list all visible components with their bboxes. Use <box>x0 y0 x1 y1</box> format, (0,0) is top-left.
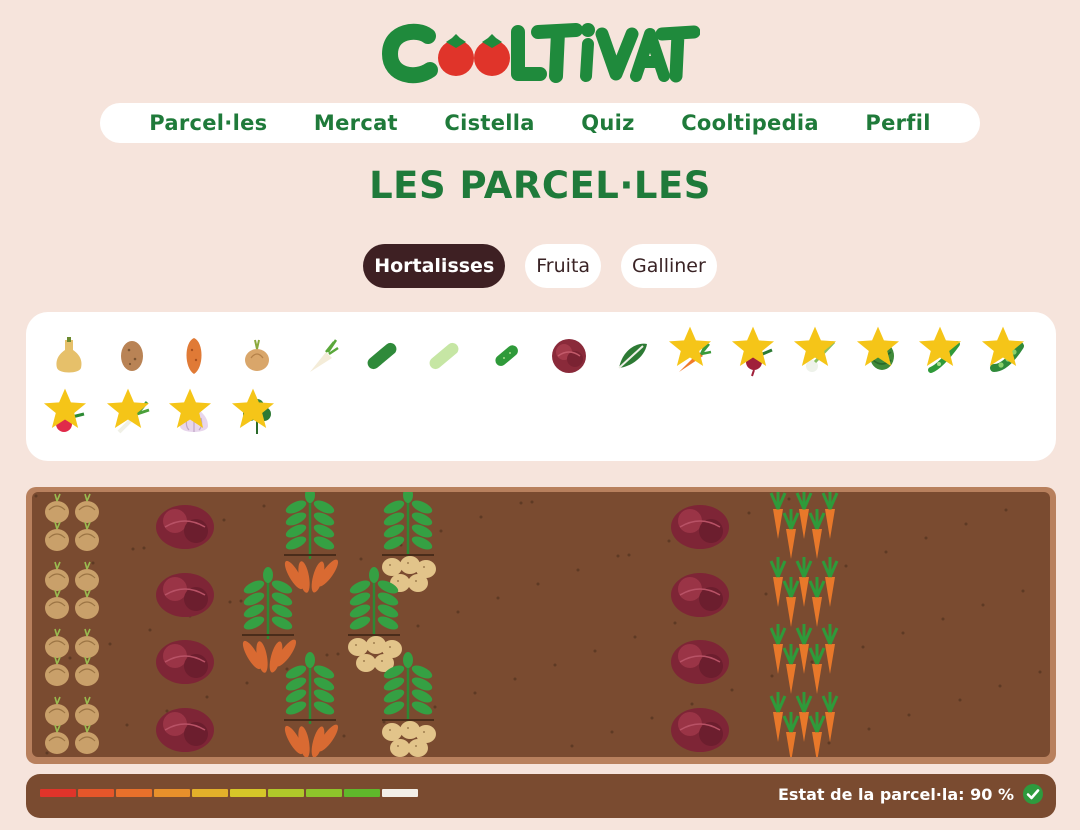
garlic-seed[interactable] <box>168 388 217 440</box>
health-segment <box>382 789 418 797</box>
nav-item-parceles[interactable]: Parcel·les <box>149 111 267 135</box>
plot-status-label: Estat de la parcel·la: 90 % <box>778 785 1014 804</box>
gherkin-seed[interactable] <box>484 332 530 378</box>
health-segment <box>78 789 114 797</box>
nav-item-perfil[interactable]: Perfil <box>865 111 930 135</box>
health-segment <box>306 789 342 797</box>
red-lettuce-crop <box>156 505 214 549</box>
carrot-crop <box>769 557 839 627</box>
nav-item-cistella[interactable]: Cistella <box>444 111 534 135</box>
turnip-icon <box>310 339 339 372</box>
onion-icon <box>244 339 269 371</box>
onion-crop <box>45 628 99 686</box>
onion-crop <box>45 493 99 551</box>
radish-seed[interactable] <box>43 388 92 440</box>
pea-seed[interactable] <box>981 326 1030 378</box>
star-icon <box>917 324 962 367</box>
nav-item-quiz[interactable]: Quiz <box>581 111 634 135</box>
health-segment <box>268 789 304 797</box>
sweet-potato-icon <box>186 338 202 374</box>
tab-galliner[interactable]: Galliner <box>621 244 717 288</box>
onion-crop <box>45 561 99 619</box>
red-lettuce-crop <box>671 505 729 549</box>
category-tabs: Hortalisses Fruita Galliner <box>0 244 1080 288</box>
onion-crop <box>45 696 99 754</box>
star-icon <box>42 386 87 429</box>
potato-icon <box>120 341 143 371</box>
red-lettuce-crop <box>671 573 729 617</box>
red-lettuce-crop <box>156 573 214 617</box>
potato-seed[interactable] <box>109 332 155 378</box>
red-lettuce-crop <box>156 708 214 752</box>
red-lettuce-crop <box>156 640 214 684</box>
tab-hortalisses[interactable]: Hortalisses <box>363 244 506 288</box>
plot-soil[interactable] <box>32 492 1050 757</box>
nav-item-mercat[interactable]: Mercat <box>314 111 398 135</box>
cucumber-seed[interactable] <box>359 332 405 378</box>
star-icon <box>230 386 274 429</box>
spinach-seed[interactable] <box>231 388 280 440</box>
sweet-potato-seed[interactable] <box>171 332 217 378</box>
health-segment <box>154 789 190 797</box>
nav-item-cooltipedia[interactable]: Cooltipedia <box>681 111 819 135</box>
health-segment <box>40 789 76 797</box>
health-segment <box>192 789 228 797</box>
red-lettuce-seed[interactable] <box>546 332 592 378</box>
plot-status-bar: Estat de la parcel·la: 90 % <box>26 774 1056 818</box>
main-nav: Parcel·les Mercat Cistella Quiz Cooltipe… <box>100 103 980 143</box>
app-logo[interactable] <box>0 14 1080 86</box>
seed-selector-panel <box>26 312 1056 461</box>
leek-seed[interactable] <box>106 388 155 440</box>
onion-seed[interactable] <box>234 332 280 378</box>
star-icon <box>730 324 774 367</box>
red-lettuce-crop <box>671 708 729 752</box>
star-icon <box>105 386 149 429</box>
zucchini-icon <box>429 342 459 370</box>
sweet-potato-crop <box>284 652 339 757</box>
butternut-squash-seed[interactable] <box>46 332 92 378</box>
plot-crops <box>34 492 1042 757</box>
garden-plot <box>26 487 1056 764</box>
green-bean-seed[interactable] <box>918 326 967 378</box>
carrot-crop <box>769 692 839 757</box>
carrot-seed[interactable] <box>668 326 717 378</box>
sweet-potato-crop <box>242 567 297 673</box>
potato-crop <box>382 492 436 592</box>
star-icon <box>792 324 837 367</box>
cucumber-icon <box>367 342 396 370</box>
page-title: LES PARCEL·LES <box>369 164 711 207</box>
health-segment <box>116 789 152 797</box>
artichoke-seed[interactable] <box>856 326 905 378</box>
health-segment <box>230 789 266 797</box>
tab-fruita[interactable]: Fruita <box>525 244 602 288</box>
spring-onion-seed[interactable] <box>793 326 842 378</box>
star-icon <box>167 386 212 429</box>
red-lettuce-icon <box>552 339 586 373</box>
zucchini-seed[interactable] <box>421 332 467 378</box>
star-icon <box>667 324 712 367</box>
health-meter <box>40 789 418 797</box>
red-lettuce-crop <box>671 640 729 684</box>
gherkin-icon <box>494 345 518 366</box>
butternut-squash-icon <box>56 337 82 373</box>
carrot-crop <box>769 624 839 694</box>
turnip-seed[interactable] <box>296 332 342 378</box>
cooltivat-logo <box>381 23 700 84</box>
carrot-crop <box>769 492 839 559</box>
star-icon <box>980 324 1024 367</box>
check-icon <box>1023 784 1043 804</box>
health-segment <box>344 789 380 797</box>
beetroot-seed[interactable] <box>731 326 780 378</box>
star-icon <box>855 324 899 367</box>
sweet-potato-crop <box>284 492 339 593</box>
chard-seed[interactable] <box>609 332 655 378</box>
chard-icon <box>617 343 647 369</box>
